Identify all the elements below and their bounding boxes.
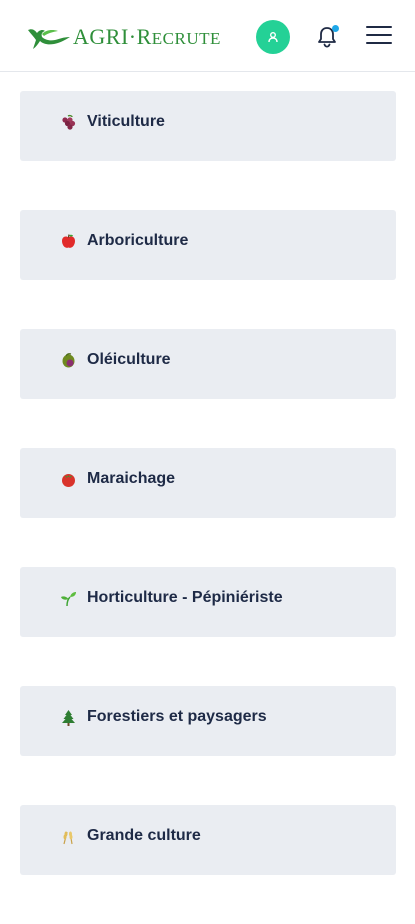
bird-logo-icon: [28, 29, 70, 49]
category-card-forestiers[interactable]: Forestiers et paysagers: [20, 686, 396, 756]
hamburger-line: [366, 34, 392, 36]
agri-recrute-logo[interactable]: AGRI·RECRUTE: [26, 20, 221, 54]
tomato-icon: [60, 471, 77, 488]
seedling-icon: [60, 590, 77, 607]
category-label: Forestiers et paysagers: [87, 708, 267, 725]
apple-icon: [60, 233, 77, 250]
hamburger-line: [366, 42, 392, 44]
category-label: Grande culture: [87, 827, 201, 844]
category-card-arboriculture[interactable]: Arboriculture: [20, 210, 396, 280]
category-label: Maraichage: [87, 470, 176, 487]
top-header: AGRI·RECRUTE: [0, 0, 415, 72]
category-card-grande-culture[interactable]: Grande culture: [20, 805, 396, 875]
olive-icon: [60, 352, 77, 369]
grapes-icon: [60, 114, 77, 131]
category-label: Viticulture: [87, 113, 165, 130]
category-card-viticulture[interactable]: Viticulture: [20, 91, 396, 161]
profile-button[interactable]: [256, 20, 290, 54]
notifications-button[interactable]: [314, 24, 340, 50]
logo-text: AGRI·RECRUTE: [73, 24, 221, 49]
tree-icon: [60, 709, 77, 726]
hamburger-line: [366, 26, 392, 28]
category-label: Arboriculture: [87, 232, 189, 249]
category-label: Horticulture - Pépiniériste: [87, 589, 283, 606]
category-card-horticulture[interactable]: Horticulture - Pépiniériste: [20, 567, 396, 637]
wheat-icon: [60, 828, 77, 845]
hamburger-menu-button[interactable]: [366, 26, 392, 46]
category-card-maraichage[interactable]: Maraichage: [20, 448, 396, 518]
user-icon: [268, 32, 278, 43]
notification-badge: [332, 25, 339, 32]
category-list: Viticulture Arboriculture Oléiculture Ma…: [20, 91, 396, 924]
category-card-oleiculture[interactable]: Oléiculture: [20, 329, 396, 399]
category-label: Oléiculture: [87, 351, 171, 368]
